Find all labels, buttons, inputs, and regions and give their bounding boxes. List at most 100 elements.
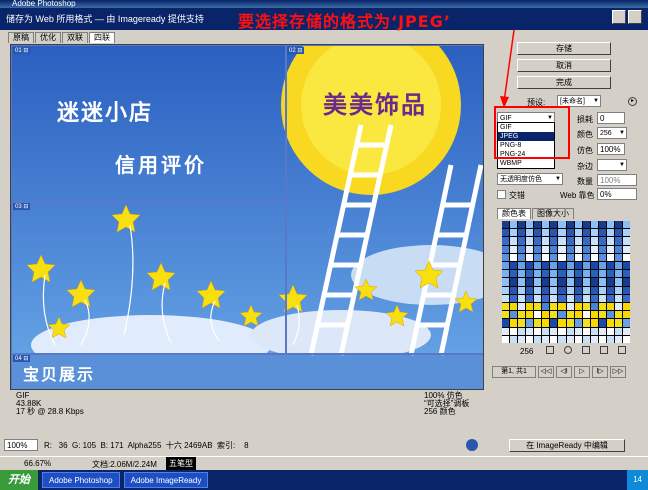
color-swatch[interactable] — [510, 245, 518, 253]
color-swatch[interactable] — [534, 302, 542, 311]
color-swatch[interactable] — [566, 237, 574, 245]
color-swatch[interactable] — [590, 335, 598, 343]
save-button[interactable]: 存储 — [517, 42, 611, 55]
color-swatch[interactable] — [518, 335, 526, 343]
color-swatch[interactable] — [606, 302, 614, 311]
color-swatch[interactable] — [502, 221, 510, 229]
color-swatch[interactable] — [566, 294, 574, 302]
color-swatch[interactable] — [606, 286, 614, 294]
color-swatch[interactable] — [510, 270, 518, 278]
color-swatch[interactable] — [590, 311, 598, 319]
color-table[interactable] — [502, 221, 630, 343]
preview-canvas[interactable]: 01 ⊟ 02 ⊟ 03 ⊟ 04 ⊟ 迷迷小店 信用评价 美美饰品 宝贝展示 — [10, 44, 484, 390]
amount-field[interactable]: 100% — [597, 174, 637, 186]
color-swatch[interactable] — [606, 253, 614, 261]
color-swatch[interactable] — [566, 311, 574, 319]
color-swatch[interactable] — [518, 311, 526, 319]
color-swatch[interactable] — [558, 278, 566, 286]
color-swatch[interactable] — [502, 278, 510, 286]
color-swatch[interactable] — [510, 286, 518, 294]
color-swatch[interactable] — [582, 221, 590, 229]
color-swatch[interactable] — [558, 335, 566, 343]
color-swatch[interactable] — [590, 294, 598, 302]
color-swatch[interactable] — [590, 278, 598, 286]
color-swatch[interactable] — [518, 302, 526, 311]
color-swatch[interactable] — [510, 237, 518, 245]
color-swatch[interactable] — [502, 335, 510, 343]
color-swatch[interactable] — [590, 253, 598, 261]
tab-4up[interactable]: 四联 — [89, 32, 115, 43]
color-swatch[interactable] — [534, 229, 542, 237]
color-swatch[interactable] — [502, 327, 510, 335]
color-swatch[interactable] — [582, 229, 590, 237]
interlace-checkbox[interactable] — [497, 190, 506, 199]
color-swatch[interactable] — [598, 278, 606, 286]
color-swatch[interactable] — [614, 221, 622, 229]
color-swatch[interactable] — [526, 319, 534, 327]
color-swatch[interactable] — [502, 270, 510, 278]
color-swatch[interactable] — [518, 253, 526, 261]
color-swatch[interactable] — [526, 253, 534, 261]
color-swatch[interactable] — [606, 245, 614, 253]
color-swatch[interactable] — [550, 286, 558, 294]
color-swatch[interactable] — [542, 327, 550, 335]
color-swatch[interactable] — [558, 261, 566, 270]
color-swatch[interactable] — [582, 237, 590, 245]
color-swatch[interactable] — [534, 319, 542, 327]
color-swatch[interactable] — [502, 319, 510, 327]
color-swatch[interactable] — [510, 221, 518, 229]
color-swatch[interactable] — [502, 229, 510, 237]
color-swatch[interactable] — [526, 245, 534, 253]
color-swatch[interactable] — [550, 319, 558, 327]
color-swatch[interactable] — [590, 302, 598, 311]
color-swatch[interactable] — [566, 286, 574, 294]
color-swatch[interactable] — [614, 237, 622, 245]
tab-2up[interactable]: 双联 — [62, 32, 88, 43]
color-swatch[interactable] — [542, 335, 550, 343]
color-swatch[interactable] — [550, 335, 558, 343]
lock-color-icon[interactable] — [582, 346, 590, 354]
color-swatch[interactable] — [518, 327, 526, 335]
color-swatch[interactable] — [574, 229, 582, 237]
color-swatch[interactable] — [550, 221, 558, 229]
color-swatch[interactable] — [526, 302, 534, 311]
color-swatch[interactable] — [598, 221, 606, 229]
color-swatch[interactable] — [590, 286, 598, 294]
color-swatch[interactable] — [510, 261, 518, 270]
color-swatch[interactable] — [558, 311, 566, 319]
color-swatch[interactable] — [510, 327, 518, 335]
color-swatch[interactable] — [622, 245, 630, 253]
color-swatch[interactable] — [622, 319, 630, 327]
color-swatch[interactable] — [566, 335, 574, 343]
color-swatch[interactable] — [518, 286, 526, 294]
color-swatch[interactable] — [598, 319, 606, 327]
color-swatch[interactable] — [558, 270, 566, 278]
color-swatch[interactable] — [518, 278, 526, 286]
color-swatch[interactable] — [534, 311, 542, 319]
color-swatch[interactable] — [622, 270, 630, 278]
tab-optimized[interactable]: 优化 — [35, 32, 61, 43]
color-swatch[interactable] — [542, 261, 550, 270]
color-swatch[interactable] — [614, 294, 622, 302]
color-swatch[interactable] — [598, 229, 606, 237]
color-swatch[interactable] — [606, 319, 614, 327]
color-swatch[interactable] — [598, 294, 606, 302]
browser-preview-icon[interactable] — [466, 439, 478, 451]
color-swatch[interactable] — [590, 237, 598, 245]
color-swatch[interactable] — [574, 327, 582, 335]
color-swatch[interactable] — [510, 335, 518, 343]
color-swatch[interactable] — [566, 270, 574, 278]
color-swatch[interactable] — [526, 327, 534, 335]
color-swatch[interactable] — [526, 278, 534, 286]
tab-color-table[interactable]: 颜色表 — [497, 208, 531, 219]
color-swatch[interactable] — [550, 261, 558, 270]
color-swatch[interactable] — [502, 245, 510, 253]
preview-pane-3[interactable]: 03 ⊟ — [11, 201, 287, 355]
color-swatch[interactable] — [526, 335, 534, 343]
color-swatch[interactable] — [502, 261, 510, 270]
color-swatch[interactable] — [502, 286, 510, 294]
dither-field[interactable]: 100% — [597, 143, 625, 155]
color-swatch[interactable] — [606, 311, 614, 319]
color-swatch[interactable] — [542, 221, 550, 229]
first-frame-button[interactable]: ◁◁ — [538, 366, 554, 378]
